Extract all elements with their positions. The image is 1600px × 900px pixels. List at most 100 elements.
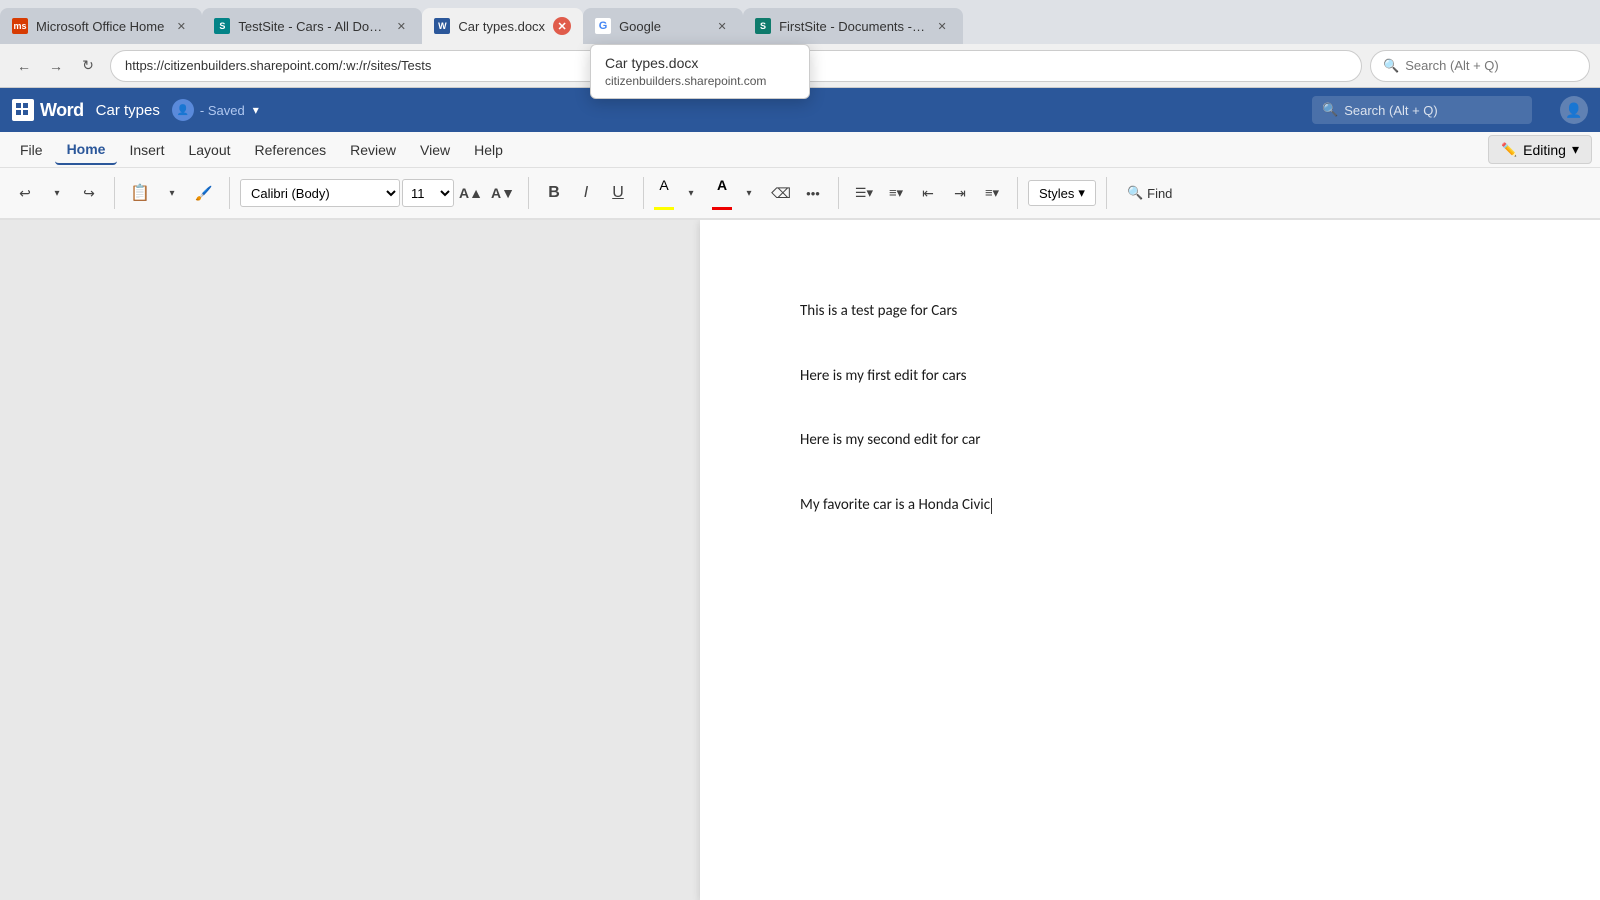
url-text: https://citizenbuilders.sharepoint.com/:… xyxy=(125,58,431,73)
list-group: ☰▾ ≡▾ ⇤ ⇥ ≡▾ xyxy=(849,178,1007,208)
undo-redo-group: ↩ ▾ ↪ xyxy=(10,178,104,208)
doc-line-4-text: My favorite car is a Honda Civic xyxy=(800,496,990,514)
redo-button[interactable]: ↪ xyxy=(74,178,104,208)
word-doc-title: Car types xyxy=(96,102,160,119)
tab-firstsite-title: FirstSite - Documents - Al... xyxy=(779,19,925,34)
document-page[interactable]: This is a test page for Cars Here is my … xyxy=(700,220,1600,900)
styles-group: Styles ▾ xyxy=(1028,180,1096,206)
menu-help[interactable]: Help xyxy=(462,136,515,164)
collab-icon: 👤 xyxy=(172,99,194,121)
document-area: This is a test page for Cars Here is my … xyxy=(0,220,1600,900)
paste-button[interactable]: 📋 xyxy=(125,178,155,208)
divider-4 xyxy=(643,177,644,209)
editing-pencil-icon: ✏️ xyxy=(1501,142,1517,158)
text-cursor xyxy=(991,498,992,514)
sp-favicon: S xyxy=(214,18,230,34)
editing-label: Editing xyxy=(1523,142,1566,158)
tab-ms-home[interactable]: ms Microsoft Office Home ✕ xyxy=(0,8,202,44)
highlight-chevron-button[interactable]: ▾ xyxy=(676,178,706,208)
decrease-indent-button[interactable]: ⇤ xyxy=(913,178,943,208)
find-label: Find xyxy=(1147,186,1172,201)
styles-button[interactable]: Styles ▾ xyxy=(1028,180,1096,206)
menu-view[interactable]: View xyxy=(408,136,462,164)
menu-file[interactable]: File xyxy=(8,136,55,164)
doc-line-4: My favorite car is a Honda Civic xyxy=(800,494,1500,517)
word-title-chevron-icon[interactable]: ▾ xyxy=(253,103,259,117)
decrease-font-button[interactable]: A▼ xyxy=(488,178,518,208)
paste-chevron-button[interactable]: ▾ xyxy=(157,178,187,208)
ribbon-menubar: File Home Insert Layout References Revie… xyxy=(0,132,1600,168)
font-group: Calibri (Body)ArialTimes New Roman 11810… xyxy=(240,178,518,208)
tab-google[interactable]: G Google ✕ xyxy=(583,8,743,44)
find-group: 🔍 Find xyxy=(1117,181,1182,205)
tab-car-types-close[interactable]: ✕ xyxy=(553,17,571,35)
tab-google-close[interactable]: ✕ xyxy=(713,17,731,35)
doc-line-2: Here is my first edit for cars xyxy=(800,365,1500,388)
tab-firstsite[interactable]: S FirstSite - Documents - Al... ✕ xyxy=(743,8,963,44)
increase-indent-button[interactable]: ⇥ xyxy=(945,178,975,208)
tab-ms-home-title: Microsoft Office Home xyxy=(36,19,164,34)
increase-font-button[interactable]: A▲ xyxy=(456,178,486,208)
font-color-indicator xyxy=(712,207,732,210)
browser-search-bar[interactable]: 🔍 Search (Alt + Q) xyxy=(1370,50,1590,82)
tab-bar: ms Microsoft Office Home ✕ S TestSite - … xyxy=(0,0,1600,44)
tab-car-types[interactable]: W Car types.docx ✕ xyxy=(422,8,583,44)
menu-references[interactable]: References xyxy=(243,136,339,164)
doc-line-2-text: Here is my first edit for cars xyxy=(800,367,967,385)
find-search-icon: 🔍 xyxy=(1127,185,1143,201)
browser-search-placeholder: Search (Alt + Q) xyxy=(1405,58,1499,73)
doc-line-1: This is a test page for Cars xyxy=(800,300,1500,323)
browser-frame: ms Microsoft Office Home ✕ S TestSite - … xyxy=(0,0,1600,900)
font-name-select[interactable]: Calibri (Body)ArialTimes New Roman xyxy=(240,179,400,207)
highlight-color-indicator xyxy=(654,207,674,210)
clear-formatting-button[interactable]: ⌫ xyxy=(766,178,796,208)
divider-5 xyxy=(838,177,839,209)
editing-mode-button[interactable]: ✏️ Editing ▾ xyxy=(1488,135,1592,164)
nav-buttons: ← → ↻ xyxy=(10,52,102,80)
find-button[interactable]: 🔍 Find xyxy=(1117,181,1182,205)
refresh-button[interactable]: ↻ xyxy=(74,52,102,80)
bullet-list-button[interactable]: ☰▾ xyxy=(849,178,879,208)
undo-chevron-button[interactable]: ▾ xyxy=(42,178,72,208)
more-options-button[interactable]: ••• xyxy=(798,178,828,208)
align-button[interactable]: ≡▾ xyxy=(977,178,1007,208)
tab-testsite[interactable]: S TestSite - Cars - All Documents ✕ xyxy=(202,8,422,44)
undo-button[interactable]: ↩ xyxy=(10,178,40,208)
google-favicon: G xyxy=(595,18,611,34)
menu-home[interactable]: Home xyxy=(55,135,118,165)
italic-button[interactable]: I xyxy=(571,178,601,208)
apps-grid-icon[interactable] xyxy=(12,99,34,121)
doc-line-3-text: Here is my second edit for car xyxy=(800,431,981,449)
divider-6 xyxy=(1017,177,1018,209)
word-search-icon: 🔍 xyxy=(1322,102,1338,118)
forward-button[interactable]: → xyxy=(42,52,70,80)
highlight-color-button[interactable]: A xyxy=(654,177,674,210)
tab-tooltip: Car types.docx citizenbuilders.sharepoin… xyxy=(590,44,810,99)
font-size-select[interactable]: 118101214 xyxy=(402,179,454,207)
font-color-button[interactable]: A xyxy=(712,177,732,210)
tab-testsite-close[interactable]: ✕ xyxy=(392,17,410,35)
menu-layout[interactable]: Layout xyxy=(176,136,242,164)
bold-button[interactable]: B xyxy=(539,178,569,208)
tab-ms-home-close[interactable]: ✕ xyxy=(172,17,190,35)
word-user-avatar[interactable]: 👤 xyxy=(1560,96,1588,124)
color-group: A ▾ A ▾ ⌫ ••• xyxy=(654,177,828,210)
divider-1 xyxy=(114,177,115,209)
ribbon-toolbar: ↩ ▾ ↪ 📋 ▾ 🖌️ Calibri (Body)ArialTimes Ne… xyxy=(0,168,1600,220)
tooltip-url: citizenbuilders.sharepoint.com xyxy=(605,74,795,88)
divider-3 xyxy=(528,177,529,209)
divider-7 xyxy=(1106,177,1107,209)
tab-firstsite-close[interactable]: ✕ xyxy=(933,17,951,35)
numbered-list-button[interactable]: ≡▾ xyxy=(881,178,911,208)
formatting-group: B I U xyxy=(539,178,633,208)
styles-chevron-icon: ▾ xyxy=(1078,185,1085,201)
word-search-bar[interactable]: 🔍 Search (Alt + Q) xyxy=(1312,96,1532,124)
menu-insert[interactable]: Insert xyxy=(117,136,176,164)
divider-2 xyxy=(229,177,230,209)
word-saved-status: - Saved xyxy=(200,103,245,118)
underline-button[interactable]: U xyxy=(603,178,633,208)
back-button[interactable]: ← xyxy=(10,52,38,80)
font-color-chevron-button[interactable]: ▾ xyxy=(734,178,764,208)
format-painter-button[interactable]: 🖌️ xyxy=(189,178,219,208)
menu-review[interactable]: Review xyxy=(338,136,408,164)
